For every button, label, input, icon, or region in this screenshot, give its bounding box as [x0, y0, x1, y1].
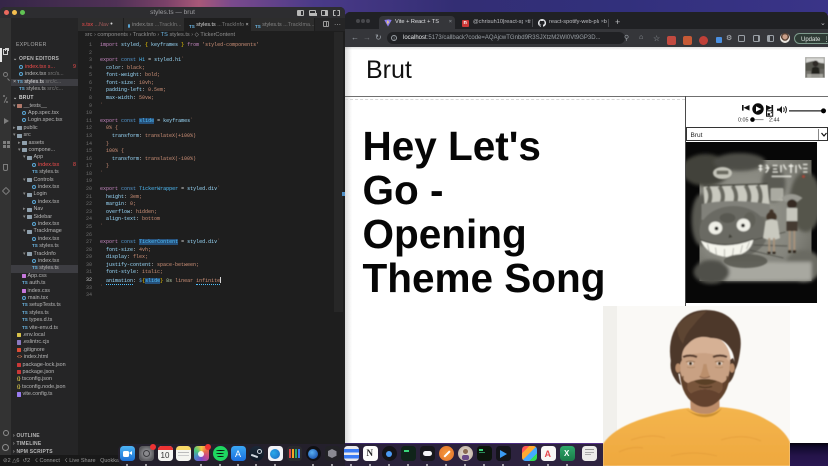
svg-text:2:44: 2:44 — [769, 118, 780, 124]
svg-text:0:05: 0:05 — [738, 118, 749, 124]
